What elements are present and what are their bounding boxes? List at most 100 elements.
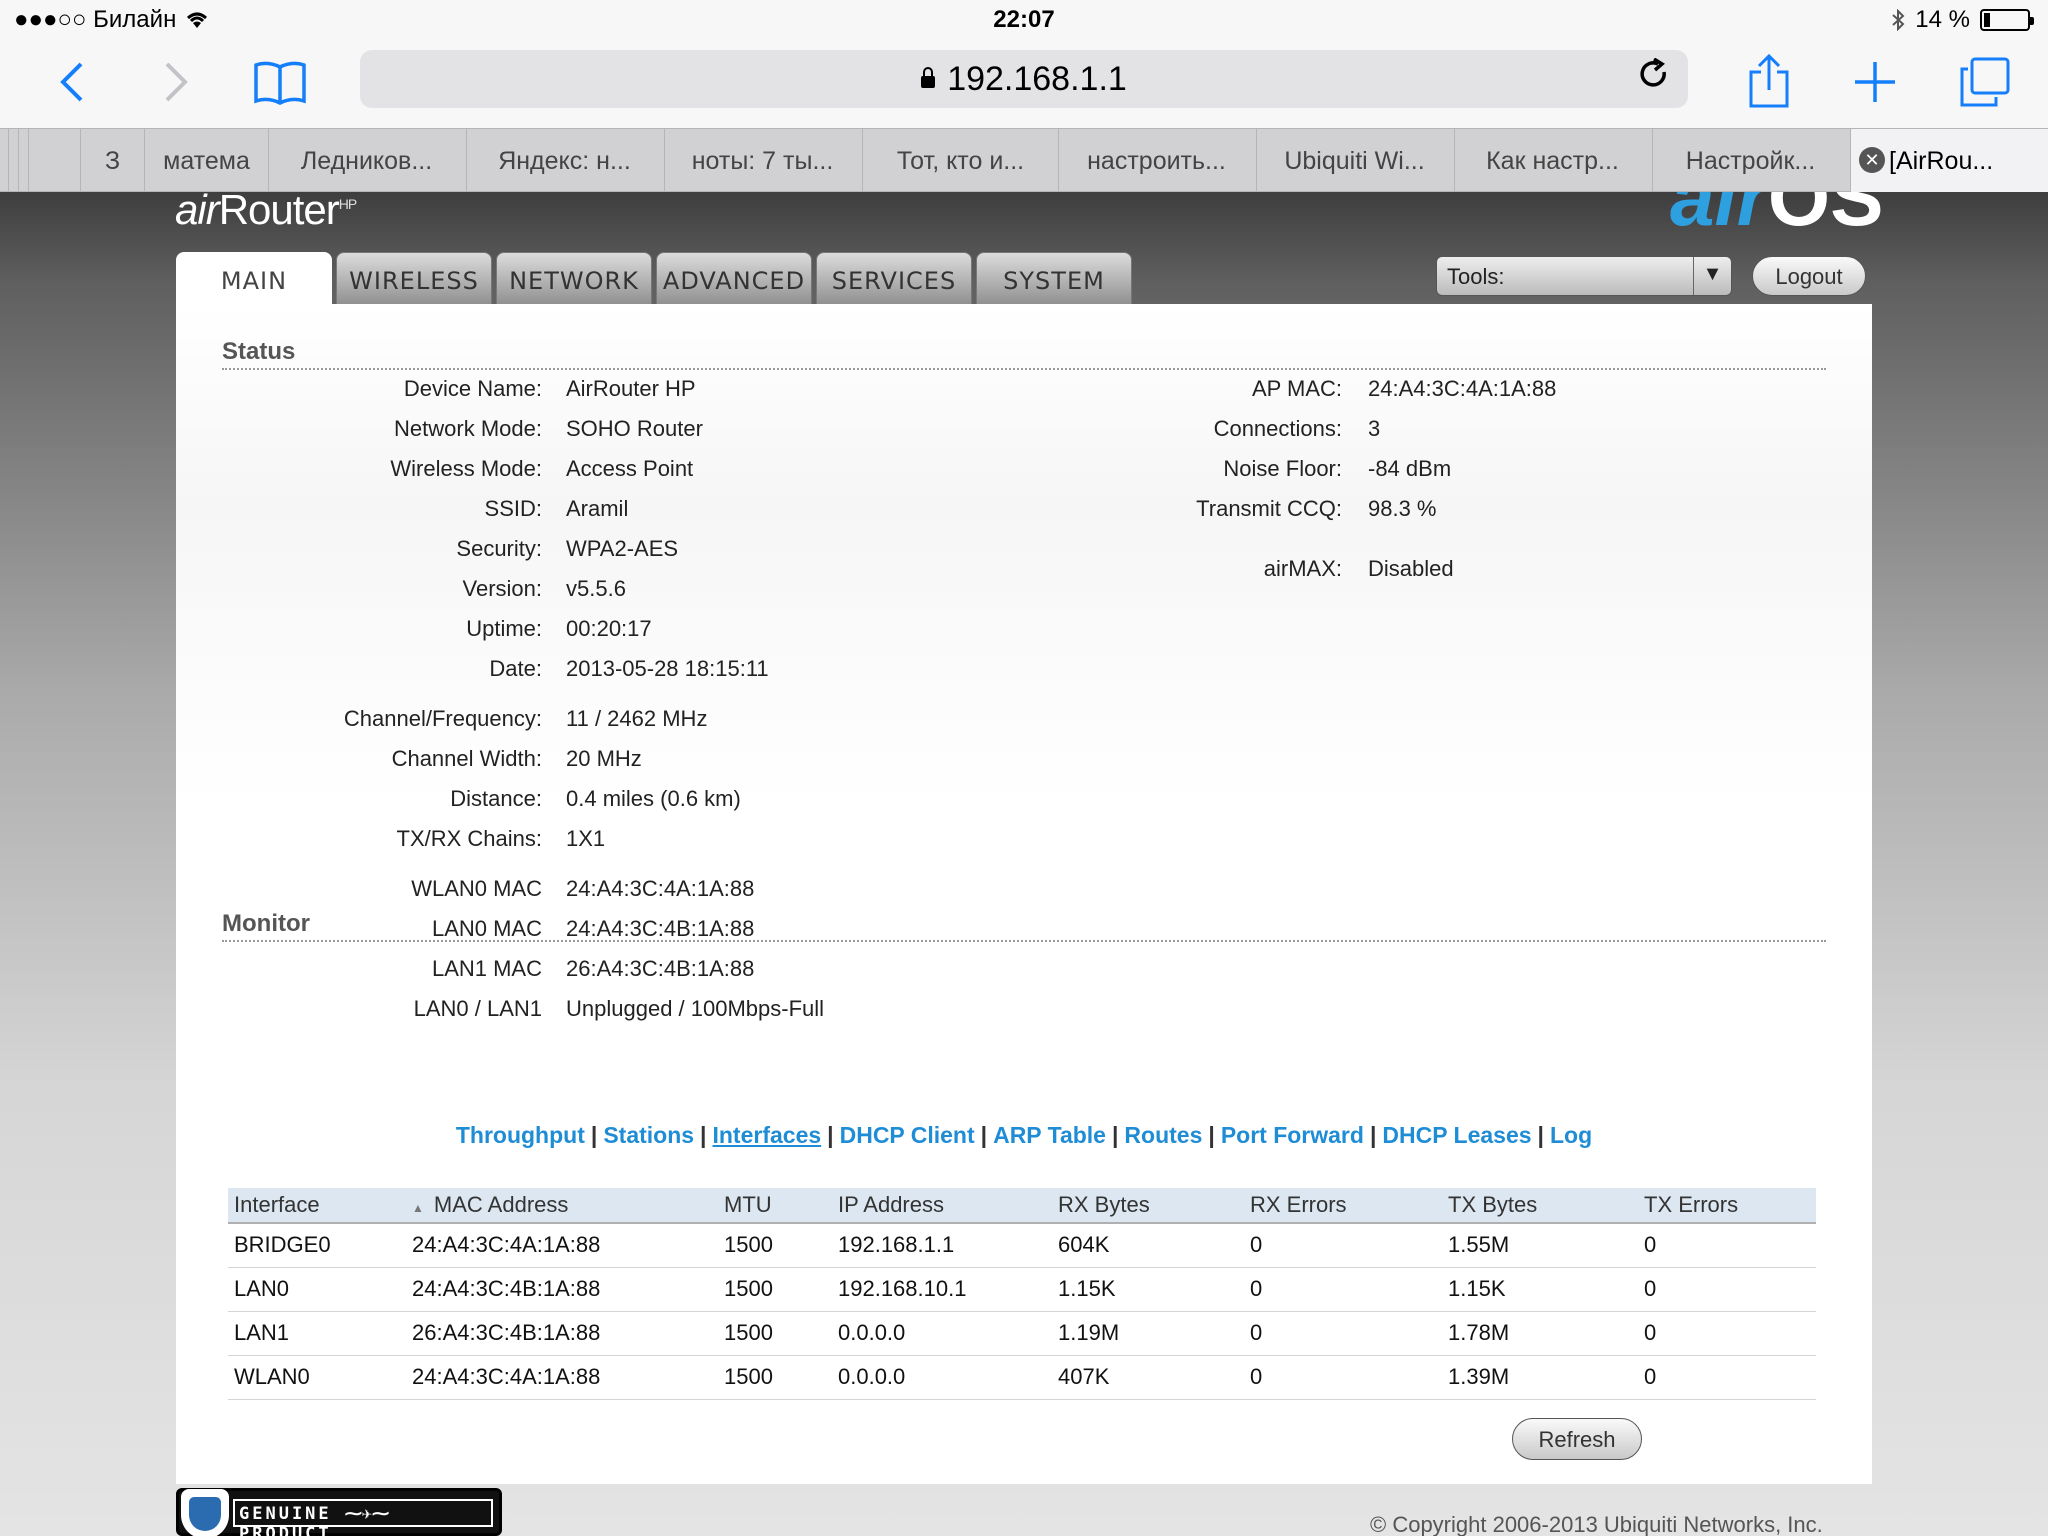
browser-tab[interactable]: Ледников... [268,129,464,192]
browser-tab[interactable]: Ubiquiti Wi... [1256,129,1452,192]
link-separator: | [1537,1122,1544,1148]
column-header-label: TX Bytes [1448,1192,1538,1217]
browser-tab[interactable]: З [80,129,144,192]
close-tab-icon[interactable]: ✕ [1859,147,1885,173]
tab-wireless[interactable]: WIRELESS [336,252,492,306]
tools-dropdown[interactable]: Tools: ▼ [1436,256,1732,296]
status-label: Network Mode: [394,416,542,441]
bookmarks-icon[interactable] [250,54,310,110]
status-value: v5.5.6 [566,576,626,601]
copyright-text: © Copyright 2006-2013 Ubiquiti Networks,… [1370,1512,1823,1536]
stacked-tab[interactable] [28,129,38,192]
refresh-button[interactable]: Refresh [1512,1418,1642,1460]
status-value: 24:A4:3C:4A:1A:88 [566,876,755,901]
browser-tab[interactable]: Как настр... [1454,129,1650,192]
browser-tab-label: настроить... [1087,147,1226,175]
table-cell: 0 [1244,1355,1442,1400]
status-label: WLAN0 MAC [411,876,542,901]
sort-asc-icon[interactable]: ▲ [412,1201,424,1215]
column-header[interactable]: Interface [228,1188,406,1224]
column-header[interactable]: RX Errors [1244,1188,1442,1224]
browser-tab[interactable]: ноты: 7 ты... [664,129,860,192]
column-header-label: TX Errors [1644,1192,1739,1217]
battery-percent: 14 % [1915,6,1970,33]
tabs-overview-icon[interactable] [1956,54,2012,110]
new-tab-icon[interactable] [1850,54,1900,110]
status-value: Aramil [566,496,629,521]
status-value: 2013-05-28 18:15:11 [566,656,769,681]
status-value: SOHO Router [566,416,703,441]
table-cell: 1.78M [1442,1311,1638,1356]
dropdown-arrow-icon[interactable]: ▼ [1693,257,1731,295]
table-cell: 0 [1638,1355,1816,1400]
column-header[interactable]: MTU [718,1188,832,1224]
column-header[interactable]: IP Address [832,1188,1052,1224]
monitor-links: Throughput | Stations | Interfaces | DHCP Clie… [176,1122,1872,1149]
column-header[interactable]: RX Bytes [1052,1188,1244,1224]
column-header[interactable]: ▲ MAC Address [406,1188,718,1224]
status-title: Status [222,338,296,365]
browser-tab-label: [AirRou... [1889,147,1994,175]
monitor-link-throughput[interactable]: Throughput [456,1122,585,1148]
browser-tab[interactable]: Тот, кто и... [862,129,1058,192]
browser-tab[interactable]: Настройк... [1652,129,1848,192]
tab-network[interactable]: NETWORK [496,252,652,306]
monitor-divider [222,940,1826,942]
tab-system[interactable]: SYSTEM [976,252,1132,306]
table-cell: 1.55M [1442,1223,1638,1268]
stacked-tab[interactable] [8,129,18,192]
status-label: TX/RX Chains: [396,826,543,851]
reload-icon[interactable] [1638,57,1670,102]
table-row: LAN1 26:A4:3C:4B:1A:88 1500 0.0.0.0 1.19M 0 1.… [228,1311,1816,1356]
status-value: 20 MHz [566,746,642,771]
browser-tab-active[interactable]: ✕ [AirRou... [1850,129,2048,192]
monitor-link-log[interactable]: Log [1550,1122,1592,1148]
tab-main[interactable]: MAIN [176,252,332,310]
forward-icon[interactable] [156,54,196,110]
table-row: LAN0 24:A4:3C:4B:1A:88 1500 192.168.10.1 1.1… [228,1267,1816,1312]
monitor-link-arp-table[interactable]: ARP Table [993,1122,1106,1148]
monitor-link-stations[interactable]: Stations [603,1122,694,1148]
monitor-link-dhcp-leases[interactable]: DHCP Leases [1382,1122,1531,1148]
monitor-link-port-forward[interactable]: Port Forward [1221,1122,1364,1148]
monitor-link-routes[interactable]: Routes [1124,1122,1202,1148]
table-cell: 604K [1052,1223,1244,1268]
column-header-label: RX Bytes [1058,1192,1150,1217]
table-row: BRIDGE0 24:A4:3C:4A:1A:88 1500 192.168.1.1 6… [228,1223,1816,1268]
logout-button[interactable]: Logout [1752,256,1866,296]
column-header-label: MTU [724,1192,772,1217]
status-divider [222,368,1826,370]
status-value: -84 dBm [1368,456,1452,481]
table-cell: 0.0.0.0 [832,1311,1052,1356]
table-cell: 26:A4:3C:4B:1A:88 [406,1311,718,1356]
back-icon[interactable] [52,54,92,110]
tab-services[interactable]: SERVICES [816,252,972,306]
table-cell: 0.0.0.0 [832,1355,1052,1400]
status-label: Distance: [450,786,542,811]
airrouter-logo: airRouterHP [175,192,357,233]
column-header[interactable]: TX Errors [1638,1188,1816,1224]
browser-tab[interactable]: настроить... [1058,129,1254,192]
column-header[interactable]: TX Bytes [1442,1188,1638,1224]
table-cell: 0 [1244,1311,1442,1356]
table-cell: LAN1 [228,1311,406,1356]
status-value: 26:A4:3C:4B:1A:88 [566,956,755,981]
browser-tab-label: Яндекс: н... [498,147,631,175]
status-label: Noise Floor: [1223,456,1342,481]
monitor-link-dhcp-client[interactable]: DHCP Client [840,1122,975,1148]
share-icon[interactable] [1744,54,1794,110]
monitor-link-interfaces[interactable]: Interfaces [712,1122,821,1148]
table-cell: WLAN0 [228,1355,406,1400]
status-label: Uptime: [466,616,542,641]
url-text: 192.168.1.1 [947,60,1127,98]
stacked-tab[interactable] [18,129,28,192]
status-value: 0.4 miles (0.6 km) [566,786,741,811]
browser-tab[interactable]: матема [144,129,268,192]
browser-tab[interactable]: Яндекс: н... [466,129,662,192]
table-cell: BRIDGE0 [228,1223,406,1268]
tab-advanced[interactable]: ADVANCED [656,252,812,306]
status-value: Unplugged / 100Mbps-Full [566,996,825,1021]
address-bar[interactable]: 192.168.1.1 [360,50,1688,108]
status-label: Device Name: [403,376,542,401]
table-cell: 24:A4:3C:4A:1A:88 [406,1223,718,1268]
